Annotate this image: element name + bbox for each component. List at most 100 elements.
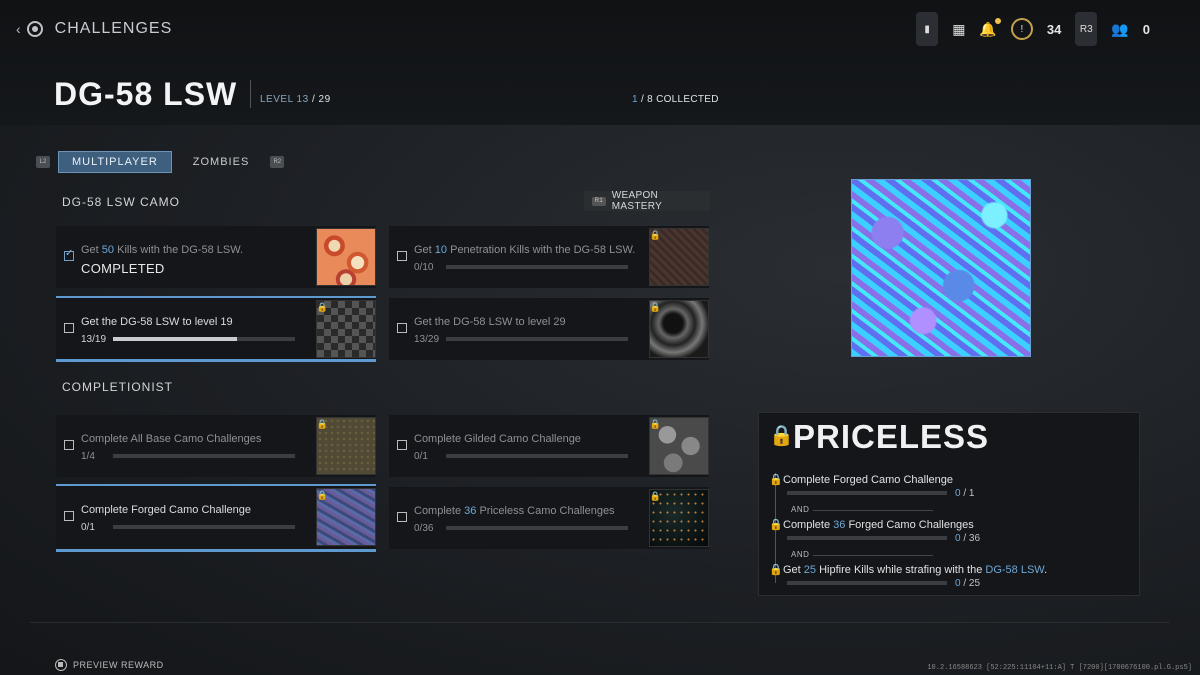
lock-icon: 🔒 [769,519,783,531]
challenge-progress: 13/19 [81,334,107,345]
challenge-card[interactable]: Get the DG-58 LSW to level 29 13/29 🔒 [389,298,709,360]
challenge-card[interactable]: Get 10 Penetration Kills with the DG-58 … [389,226,709,288]
party-count: 0 [1142,21,1150,37]
challenge-card[interactable]: Complete Gilded Camo Challenge 0/1 🔒 [389,415,709,477]
challenge-text: Get 10 Penetration Kills with the DG-58 … [414,244,636,256]
lock-icon: 🔒 [316,419,328,429]
challenge-card-selected[interactable]: Get the DG-58 LSW to level 19 13/19 🔒 [56,296,376,362]
progress-bar [446,454,628,458]
lock-icon: 🔒 [649,491,661,501]
checkbox [397,251,407,261]
and-separator: AND [791,550,937,559]
challenge-progress: 0/10 [414,262,434,273]
lock-icon: 🔒 [769,425,794,447]
currency-icon: ! [1010,18,1033,40]
requirement-text: 🔒Get 25 Hipfire Kills while strafing wit… [769,564,1048,576]
challenge-text: Complete Forged Camo Challenge [81,504,251,516]
challenge-progress: 0/1 [414,451,428,462]
progress-bar [446,526,628,530]
lock-icon: 🔒 [769,474,783,486]
collected-current: 1 [632,94,638,105]
grid-menu-icon[interactable]: ▦ [952,21,965,38]
back-button[interactable]: ‹ CHALLENGES [16,20,172,38]
progress-bar [787,491,947,495]
challenge-text: Get 50 Kills with the DG-58 LSW. [81,244,244,256]
checkbox [397,440,407,450]
weapon-level: LEVEL 13 / 29 [260,94,331,105]
requirement-text: 🔒Complete Forged Camo Challenge [769,474,953,486]
challenge-card[interactable]: Get 50 Kills with the DG-58 LSW. COMPLET… [56,226,376,288]
progress-bar [113,454,295,458]
challenge-text: Complete All Base Camo Challenges [81,433,262,445]
checkbox [64,323,74,333]
circle-button-icon [26,21,43,37]
controller-icon[interactable]: ▮ [916,12,939,46]
collected-count: 1 / 8 COLLECTED [632,94,719,105]
square-button-icon [55,659,67,671]
level-label: LEVEL 13 [260,94,309,105]
lock-icon: 🔒 [316,490,328,500]
challenge-progress: 1/4 [81,451,95,462]
checkbox-checked [64,248,74,261]
challenge-text: Get the DG-58 LSW to level 29 [414,316,566,328]
lock-icon: 🔒 [316,302,328,312]
notification-dot [994,17,1001,24]
priceless-title: PRICELESS [793,418,990,455]
collected-rest: / 8 COLLECTED [640,94,719,105]
lock-icon: 🔒 [769,564,783,576]
tab-zombies[interactable]: ZOMBIES [180,152,263,172]
checkbox [64,440,74,450]
challenge-card-selected[interactable]: Complete Forged Camo Challenge 0/1 🔒 [56,484,376,552]
requirement-progress: 0 / 25 [955,578,981,589]
challenge-card[interactable]: Complete 36 Priceless Camo Challenges 0/… [389,487,709,549]
and-separator: AND [791,505,937,514]
challenge-card[interactable]: Complete All Base Camo Challenges 1/4 🔒 [56,415,376,477]
challenge-text: Get the DG-58 LSW to level 19 [81,316,233,328]
challenge-status: COMPLETED [81,261,165,276]
camo-thumbnail [316,228,376,286]
progress-bar [446,265,628,269]
progress-bar [113,337,295,341]
requirement-progress: 0 / 36 [955,533,981,544]
requirement-progress: 0 / 1 [955,488,975,499]
challenge-progress: 0/36 [414,523,434,534]
page-title: CHALLENGES [54,20,173,37]
camo-preview-image [851,179,1031,357]
checkbox [397,512,407,522]
progress-bar [787,581,947,585]
weapon-mastery-button[interactable]: R1 WEAPON MASTERY [584,190,710,212]
tab-bar: L2 MULTIPLAYER ZOMBIES R2 [36,151,285,173]
checkbox [397,323,407,333]
preview-reward-button[interactable]: PREVIEW REWARD [55,659,164,671]
challenge-text: Complete Gilded Camo Challenge [414,433,581,445]
priceless-panel: 🔒 PRICELESS 🔒Complete Forged Camo Challe… [758,412,1140,596]
r3-key-icon: R3 [1075,12,1098,46]
progress-bar [446,337,628,341]
progress-bar [113,525,295,529]
challenge-text: Complete 36 Priceless Camo Challenges [414,505,615,517]
party-icon[interactable]: 👥 [1111,21,1128,38]
requirement-text: 🔒Complete 36 Forged Camo Challenges [769,519,974,531]
hud-bar: ▮ ▦ 🔔 ! 34 R3 👥 0 [916,12,1150,46]
level-max: / 29 [311,94,331,105]
build-info: 10.2.16588623 [52:225:11104+11:A] T [720… [927,664,1192,672]
chevron-left-icon: ‹ [16,21,21,37]
currency-count: 34 [1046,21,1062,37]
bell-icon[interactable]: 🔔 [979,17,1001,38]
challenge-progress: 0/1 [81,522,95,533]
l2-key-icon: L2 [36,156,50,168]
weapon-name: DG-58 LSW [54,76,238,112]
camo-section-title: DG-58 LSW CAMO [62,195,181,209]
completionist-section-title: COMPLETIONIST [62,380,174,394]
r1-key-icon: R1 [592,196,606,206]
divider [250,80,251,108]
tab-multiplayer[interactable]: MULTIPLAYER [58,151,172,173]
checkbox [64,511,74,521]
weapon-mastery-label: WEAPON MASTERY [611,190,663,212]
lock-icon: 🔒 [649,419,661,429]
lock-icon: 🔒 [649,302,661,312]
preview-reward-label: PREVIEW REWARD [73,660,164,670]
divider [30,622,1170,623]
lock-icon: 🔒 [649,230,661,240]
progress-bar [787,536,947,540]
